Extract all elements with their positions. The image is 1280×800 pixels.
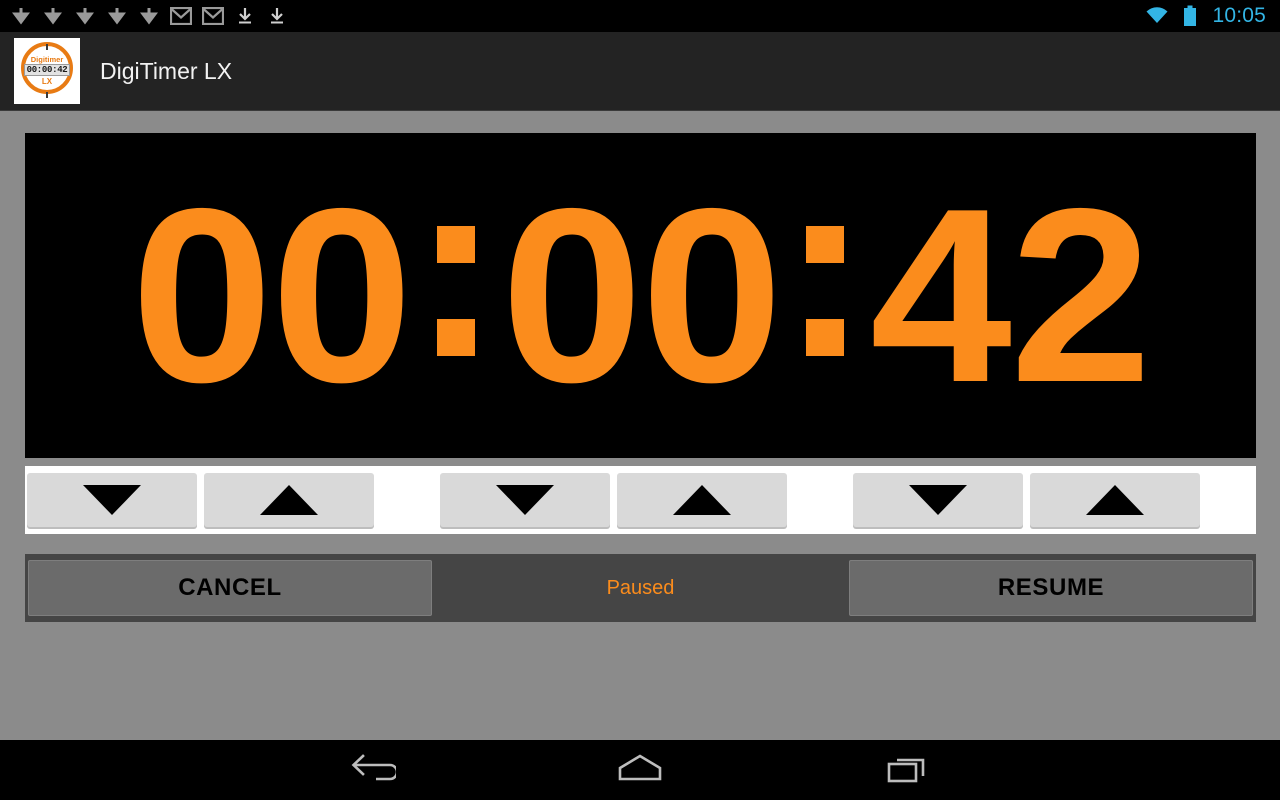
home-icon	[616, 751, 664, 790]
triangle-up-icon	[1086, 485, 1144, 515]
minutes-adjust-group	[438, 466, 789, 534]
resume-button[interactable]: RESUME	[849, 560, 1253, 616]
stopwatch-tick-bottom	[46, 92, 48, 98]
hours-adjust-group	[25, 466, 376, 534]
system-status-icons: 10:05	[1144, 3, 1272, 29]
wifi-icon	[1144, 3, 1170, 29]
colon-dot-lower	[806, 319, 845, 357]
app-icon-lcd-value: 00:00:42	[24, 64, 70, 76]
back-arrow-icon	[350, 751, 399, 790]
timer-status-badge: Paused	[606, 576, 675, 599]
colon-dot-lower	[436, 319, 475, 357]
download-complete-icon	[264, 3, 290, 29]
timer-seconds: 42	[870, 155, 1152, 434]
timer-separator-2	[806, 226, 845, 364]
android-screen: 10:05 Digitimer 00:00:42 LX DigiTimer LX…	[0, 0, 1280, 800]
seconds-increment-button[interactable]	[1030, 473, 1200, 527]
triangle-down-icon	[496, 485, 554, 515]
download-arrow-icon	[104, 3, 130, 29]
colon-dot-upper	[436, 226, 475, 264]
android-navigation-bar	[0, 740, 1280, 800]
seconds-decrement-button[interactable]	[853, 473, 1023, 527]
timer-display-panel: 00 00 42	[25, 133, 1256, 458]
stopwatch-tick-top	[46, 44, 48, 50]
gmail-icon	[200, 3, 226, 29]
colon-dot-upper	[806, 226, 845, 264]
cancel-button[interactable]: CANCEL	[28, 560, 432, 616]
main-content: 00 00 42 CANCEL Paused RESUME	[0, 111, 1280, 740]
timer-separator-1	[436, 226, 475, 364]
time-adjust-strip	[25, 466, 1256, 534]
triangle-up-icon	[673, 485, 731, 515]
page-title: DigiTimer LX	[100, 57, 233, 84]
seconds-adjust-group	[851, 466, 1202, 534]
notification-icons	[8, 3, 1144, 29]
triangle-up-icon	[260, 485, 318, 515]
download-complete-icon	[232, 3, 258, 29]
recents-icon	[885, 751, 929, 790]
timer-hours: 00	[130, 155, 413, 434]
nav-home-button[interactable]	[604, 744, 676, 796]
download-arrow-icon	[72, 3, 98, 29]
nav-recents-button[interactable]	[871, 744, 943, 796]
triangle-down-icon	[909, 485, 967, 515]
hours-decrement-button[interactable]	[27, 473, 197, 527]
digitimer-app-icon: Digitimer 00:00:42 LX	[14, 38, 80, 104]
action-bar: Digitimer 00:00:42 LX DigiTimer LX	[0, 32, 1280, 111]
app-icon-brand-text: Digitimer	[30, 55, 64, 64]
triangle-down-icon	[83, 485, 141, 515]
minutes-decrement-button[interactable]	[440, 473, 610, 527]
hours-increment-button[interactable]	[204, 473, 374, 527]
timer-minutes: 00	[500, 155, 782, 434]
download-arrow-icon	[136, 3, 162, 29]
app-icon-suffix-text: LX	[41, 77, 53, 86]
download-arrow-icon	[8, 3, 34, 29]
download-arrow-icon	[40, 3, 66, 29]
status-bar-clock: 10:05	[1212, 4, 1266, 27]
gmail-icon	[168, 3, 194, 29]
timer-control-bar: CANCEL Paused RESUME	[25, 554, 1256, 622]
nav-back-button[interactable]	[337, 744, 409, 796]
minutes-increment-button[interactable]	[617, 473, 787, 527]
timer-readout: 00 00 42	[25, 155, 1256, 434]
battery-icon	[1177, 3, 1203, 29]
status-bar: 10:05	[0, 0, 1280, 32]
